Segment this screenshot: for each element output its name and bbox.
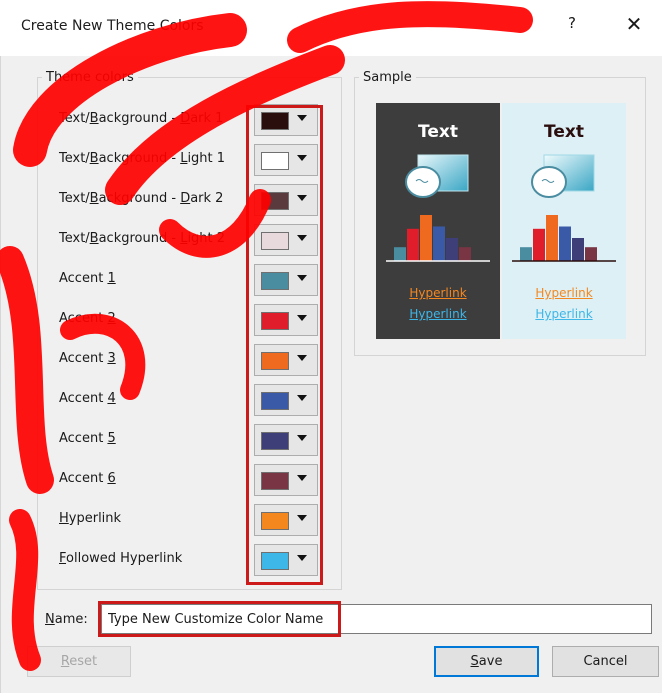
theme-color-label: Accent 4 [59, 391, 116, 406]
theme-color-label: Accent 2 [59, 311, 116, 326]
sample-bar [407, 228, 419, 261]
sample-bar [559, 226, 571, 261]
dropdown-arrow-icon [297, 435, 307, 441]
color-picker-button[interactable] [254, 224, 318, 256]
color-picker-button[interactable] [254, 344, 318, 376]
theme-colors-legend: Theme colors [46, 70, 134, 85]
theme-color-label: Accent 1 [59, 271, 116, 286]
dropdown-arrow-icon [297, 235, 307, 241]
sample-light-bars [520, 215, 597, 261]
sample-bar [433, 226, 445, 261]
color-swatch [261, 112, 289, 130]
sample-light-panel: Text Hyperlink Hyperlink [502, 103, 626, 339]
theme-color-label: Accent 3 [59, 351, 116, 366]
color-picker-button[interactable] [254, 424, 318, 456]
sample-bar [520, 247, 532, 261]
sample-light-hyperlink: Hyperlink [535, 286, 593, 300]
sample-bar [446, 238, 458, 261]
cancel-button[interactable]: Cancel [552, 646, 659, 677]
sample-dark-followed-hyperlink: Hyperlink [409, 307, 467, 321]
sample-bar [420, 215, 432, 261]
dropdown-arrow-icon [297, 555, 307, 561]
sample-bar [533, 228, 545, 261]
dropdown-arrow-icon [297, 275, 307, 281]
theme-color-label: Followed Hyperlink [59, 551, 183, 566]
sample-bar [572, 238, 584, 261]
sample-legend: Sample [363, 70, 412, 85]
sample-bar [459, 247, 471, 261]
save-button[interactable]: Save [434, 646, 539, 677]
dropdown-arrow-icon [297, 395, 307, 401]
close-button[interactable]: ✕ [620, 12, 648, 40]
sample-light-art [512, 154, 616, 262]
dropdown-arrow-icon [297, 515, 307, 521]
color-picker-button[interactable] [254, 464, 318, 496]
sample-dark-hyperlink: Hyperlink [409, 286, 467, 300]
color-swatch [261, 192, 289, 210]
color-swatch [261, 552, 289, 570]
theme-color-label: Text/Background - Dark 2 [59, 191, 224, 206]
color-swatch [261, 312, 289, 330]
dropdown-arrow-icon [297, 195, 307, 201]
help-button[interactable]: ? [560, 14, 584, 40]
sample-bar [394, 247, 406, 261]
color-picker-button[interactable] [254, 264, 318, 296]
color-picker-button[interactable] [254, 184, 318, 216]
sample-dark-art [386, 154, 490, 262]
theme-color-label: Accent 5 [59, 431, 116, 446]
color-swatch [261, 232, 289, 250]
theme-color-label: Accent 6 [59, 471, 116, 486]
theme-color-label: Text/Background - Light 1 [59, 151, 226, 166]
color-swatch [261, 472, 289, 490]
reset-button[interactable]: Reset [27, 646, 131, 677]
color-swatch [261, 432, 289, 450]
dropdown-arrow-icon [297, 115, 307, 121]
dropdown-arrow-icon [297, 155, 307, 161]
color-picker-button[interactable] [254, 504, 318, 536]
dialog-title: Create New Theme Colors [21, 18, 204, 34]
sample-light-title: Text [544, 122, 584, 142]
theme-color-label: Text/Background - Light 2 [59, 231, 226, 246]
color-swatch [261, 352, 289, 370]
color-swatch [261, 512, 289, 530]
theme-color-label: Hyperlink [59, 511, 122, 526]
name-label: Name: [45, 612, 88, 627]
color-picker-button[interactable] [254, 384, 318, 416]
color-swatch [261, 152, 289, 170]
sample-dark-bars [394, 215, 471, 261]
color-picker-button[interactable] [254, 304, 318, 336]
color-swatch [261, 392, 289, 410]
color-picker-button[interactable] [254, 544, 318, 576]
dropdown-arrow-icon [297, 315, 307, 321]
dropdown-arrow-icon [297, 475, 307, 481]
sample-dark-panel: Text Hyperlink Hyperlink [376, 103, 500, 339]
sample-bar [546, 215, 558, 261]
dropdown-arrow-icon [297, 355, 307, 361]
color-swatch [261, 272, 289, 290]
color-picker-button[interactable] [254, 144, 318, 176]
theme-color-label: Text/Background - Dark 1 [59, 111, 224, 126]
name-input[interactable] [101, 604, 652, 634]
color-picker-button[interactable] [254, 104, 318, 136]
sample-dark-title: Text [418, 122, 458, 142]
sample-bar [585, 247, 597, 261]
sample-light-followed-hyperlink: Hyperlink [535, 307, 593, 321]
